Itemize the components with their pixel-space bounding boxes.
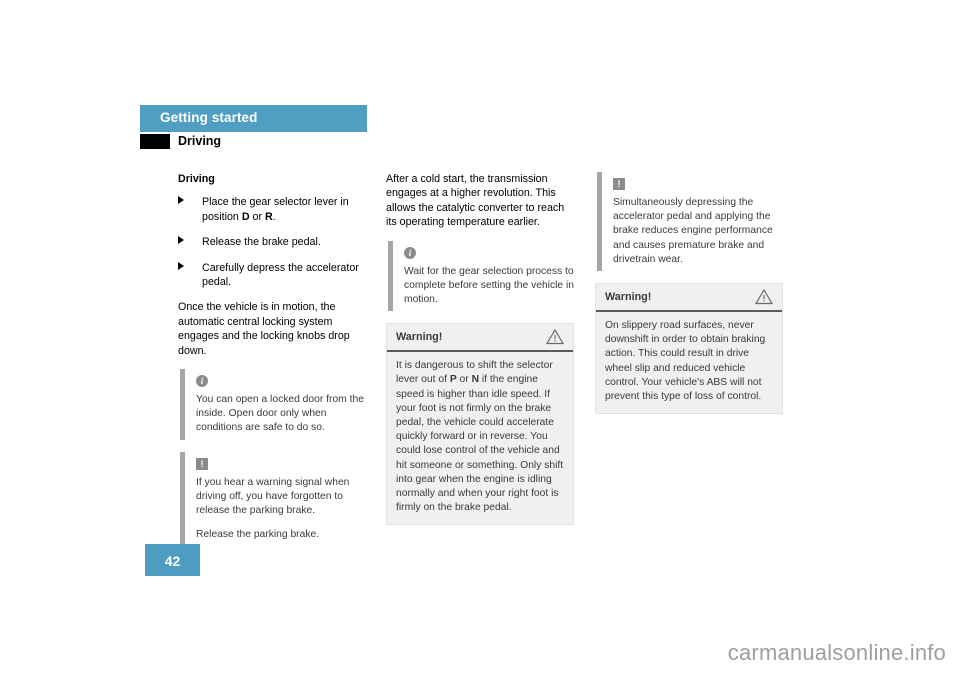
caution-icon: ! <box>196 457 208 470</box>
warning-box-header: Warning! <box>387 324 573 353</box>
column1-paragraph: Once the vehicle is in motion, the autom… <box>178 301 350 357</box>
list-item-text: Place the gear selector lever in positio… <box>202 196 349 223</box>
page-subtitle: Driving <box>178 134 222 148</box>
driving-steps-list: Place the gear selector lever in positio… <box>178 195 366 289</box>
page-number-box: 42 <box>145 544 200 576</box>
info-note-box: i You can open a locked door from the in… <box>178 369 366 440</box>
warning-text: On slippery road surfaces, never downshi… <box>605 320 766 403</box>
list-item: Carefully depress the accelerator pedal. <box>178 261 366 290</box>
column1-heading: Driving <box>178 173 215 185</box>
note-accent-bar <box>180 451 185 547</box>
info-note-text: You can open a locked door from the insi… <box>196 394 364 434</box>
caution-note-text-2: Release the parking brake. <box>196 529 320 541</box>
section-header-band: Getting started <box>140 105 367 132</box>
info-note-text: Wait for the gear selection process to c… <box>404 265 574 306</box>
note-accent-bar <box>597 172 602 272</box>
warning-box: Warning! It is dangerous to shift the se… <box>386 323 574 526</box>
note-icon-row: i <box>196 375 366 391</box>
list-item-text: Release the brake pedal. <box>202 236 321 249</box>
content-column-2: After a cold start, the transmission eng… <box>386 172 574 537</box>
content-column-1: Driving Place the gear selector lever in… <box>178 172 366 558</box>
caution-note-box: ! If you hear a warning signal when driv… <box>178 451 366 547</box>
note-icon-row: i <box>404 246 574 263</box>
info-icon: i <box>404 246 416 259</box>
note-accent-bar <box>388 240 393 312</box>
info-note-box: i Wait for the gear selection process to… <box>386 240 574 312</box>
list-item: Release the brake pedal. <box>178 235 366 249</box>
info-icon: i <box>196 375 208 388</box>
note-accent-bar <box>180 369 185 440</box>
warning-text: It is dangerous to shift the selector le… <box>396 360 564 514</box>
list-item-text: Carefully depress the accelerator pedal. <box>202 261 359 289</box>
warning-triangle-icon <box>754 288 774 305</box>
warning-title: Warning! <box>605 291 652 304</box>
caution-note-box: ! Simultaneously depressing the accelera… <box>595 172 783 272</box>
warning-box-body: On slippery road surfaces, never downshi… <box>596 312 782 413</box>
warning-box-body: It is dangerous to shift the selector le… <box>387 352 573 524</box>
triangle-right-bullet-icon <box>178 196 184 205</box>
caution-icon: ! <box>613 178 625 190</box>
note-icon-row: ! <box>196 457 366 474</box>
warning-box-header: Warning! <box>596 284 782 313</box>
triangle-right-bullet-icon <box>178 261 184 270</box>
caution-note-text: Simultaneously depressing the accelerato… <box>613 197 773 265</box>
caution-note-text-1: If you hear a warning signal when drivin… <box>196 476 350 517</box>
column2-paragraph: After a cold start, the transmission eng… <box>386 173 565 229</box>
list-item: Place the gear selector lever in positio… <box>178 195 366 224</box>
warning-title: Warning! <box>396 331 443 344</box>
warning-triangle-icon <box>545 328 565 345</box>
content-column-3: ! Simultaneously depressing the accelera… <box>595 172 783 426</box>
watermark: carmanualsonline.info <box>727 640 946 665</box>
warning-box: Warning! On slippery road surfaces, neve… <box>595 283 783 415</box>
page-number: 42 <box>164 553 181 569</box>
header-black-square-icon <box>140 134 170 149</box>
triangle-right-bullet-icon <box>178 236 184 245</box>
note-icon-row: ! <box>613 178 783 194</box>
section-title: Getting started <box>160 110 258 125</box>
